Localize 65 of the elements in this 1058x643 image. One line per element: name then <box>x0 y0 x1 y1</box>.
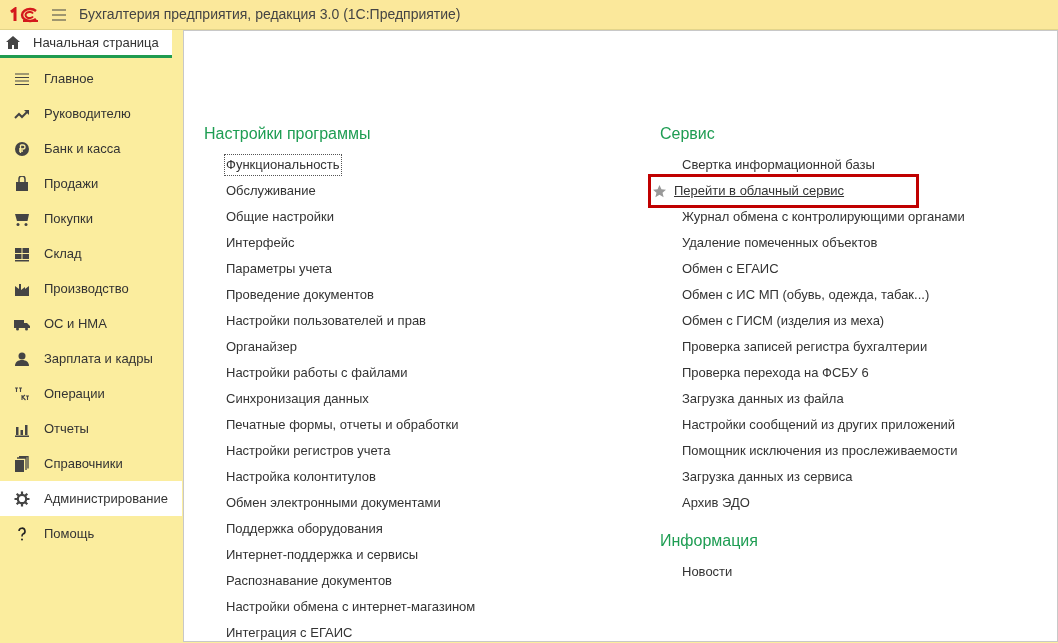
settings-link[interactable]: Настройки пользователей и прав <box>224 310 429 332</box>
sidebar-item[interactable]: Склад <box>0 236 182 272</box>
settings-link[interactable]: Функциональность <box>224 154 342 176</box>
sidebar-item[interactable]: Администрирование <box>0 481 182 517</box>
settings-link[interactable]: Проведение документов <box>224 284 376 306</box>
settings-link[interactable]: Общие настройки <box>224 206 336 228</box>
logo-icon <box>9 6 39 23</box>
settings-link[interactable]: Обмен с ЕГАИС <box>680 258 781 280</box>
sidebar-item[interactable]: Операции <box>0 376 182 412</box>
sidebar-item[interactable]: ОС и НМА <box>0 306 182 342</box>
settings-link[interactable]: Синхронизация данных <box>224 388 371 410</box>
debit-credit-icon <box>14 385 30 402</box>
section-heading: Информация <box>660 531 759 551</box>
home-icon <box>6 36 20 49</box>
settings-link[interactable]: Помощник исключения из прослеживаемости <box>680 440 960 462</box>
person-icon <box>14 350 30 367</box>
settings-link[interactable]: Настройки регистров учета <box>224 440 393 462</box>
section-heading: Настройки программы <box>204 124 372 144</box>
settings-link[interactable]: Архив ЭДО <box>680 492 752 514</box>
settings-link[interactable]: Обмен с ГИСМ (изделия из меха) <box>680 310 887 332</box>
sidebar-item[interactable]: Производство <box>0 271 182 307</box>
settings-link[interactable]: Интерфейс <box>224 232 297 254</box>
settings-link[interactable]: Журнал обмена с контролирующими органами <box>680 206 967 228</box>
section-heading: Сервис <box>660 124 716 144</box>
sidebar-item[interactable]: Руководителю <box>0 96 182 132</box>
settings-link[interactable]: Свертка информационной базы <box>680 154 877 176</box>
home-tab[interactable]: Начальная страница <box>0 30 172 58</box>
settings-link[interactable]: Удаление помеченных объектов <box>680 232 880 254</box>
settings-link[interactable]: Настройки сообщений из других приложений <box>680 414 958 436</box>
shopping-bag-icon <box>14 175 30 192</box>
settings-link[interactable]: Интеграция с ЕГАИС <box>224 622 355 643</box>
sidebar-item[interactable]: Отчеты <box>0 411 182 447</box>
window-title: Бухгалтерия предприятия, редакция 3.0 (1С:Предприятие) <box>79 5 461 24</box>
settings-link[interactable]: Поддержка оборудования <box>224 518 385 540</box>
settings-link[interactable]: Загрузка данных из сервиса <box>680 466 855 488</box>
settings-link[interactable]: Загрузка данных из файла <box>680 388 846 410</box>
warehouse-grid-icon <box>14 245 30 262</box>
settings-link[interactable]: Настройка колонтитулов <box>224 466 378 488</box>
settings-link[interactable]: Обмен с ИС МП (обувь, одежда, табак...) <box>680 284 932 306</box>
menu-button[interactable] <box>52 8 66 21</box>
settings-link[interactable]: Новости <box>680 561 735 583</box>
settings-link[interactable]: Обслуживание <box>224 180 318 202</box>
menu-icon <box>14 70 30 87</box>
sidebar-item[interactable]: Покупки <box>0 201 182 237</box>
sidebar-item[interactable]: Главное <box>0 61 182 97</box>
settings-link[interactable]: Органайзер <box>224 336 299 358</box>
sidebar-item[interactable]: Банк и касса <box>0 131 182 167</box>
settings-link[interactable]: Интернет-поддержка и сервисы <box>224 544 421 566</box>
settings-icon <box>14 490 30 507</box>
settings-link[interactable]: Проверка перехода на ФСБУ 6 <box>680 362 871 384</box>
settings-link[interactable]: Настройки обмена с интернет-магазином <box>224 596 478 618</box>
sidebar-item[interactable]: Помощь <box>0 516 182 552</box>
settings-link[interactable]: Перейти в облачный сервис <box>672 180 847 202</box>
settings-link[interactable]: Печатные формы, отчеты и обработки <box>224 414 461 436</box>
settings-link[interactable]: Проверка записей регистра бухгалтерии <box>680 336 930 358</box>
settings-link[interactable]: Настройки работы с файлами <box>224 362 410 384</box>
star-icon[interactable] <box>653 184 666 198</box>
settings-link[interactable]: Распознавание документов <box>224 570 395 592</box>
sidebar-item[interactable]: Продажи <box>0 166 182 202</box>
sidebar-item[interactable]: Справочники <box>0 446 182 482</box>
settings-link[interactable]: Обмен электронными документами <box>224 492 443 514</box>
settings-link[interactable]: Параметры учета <box>224 258 335 280</box>
books-icon <box>14 455 30 472</box>
ruble-coin-icon <box>14 140 30 157</box>
sidebar-item[interactable]: Зарплата и кадры <box>0 341 182 377</box>
